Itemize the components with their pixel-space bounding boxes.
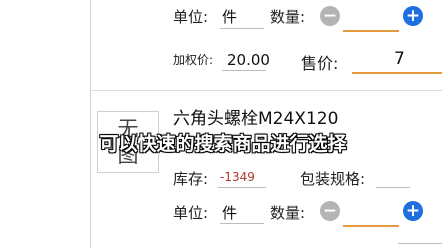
product-name: 六角头螺栓M24X120 bbox=[173, 109, 339, 129]
quantity-input-underline[interactable] bbox=[343, 225, 399, 227]
packaging-label: 包装规格: bbox=[300, 170, 366, 188]
stock-label: 库存: bbox=[173, 170, 209, 188]
sale-price-input[interactable]: 7 bbox=[394, 49, 405, 69]
weighted-price-value: 20.00 bbox=[227, 51, 270, 69]
unit-select[interactable]: 件 bbox=[222, 6, 237, 27]
increment-button[interactable]: + bbox=[403, 201, 423, 221]
stock-value: -1349 bbox=[220, 170, 255, 184]
unit-label: 单位: bbox=[173, 204, 209, 222]
left-column-divider bbox=[90, 0, 91, 248]
decrement-button[interactable]: − bbox=[320, 6, 340, 26]
next-row-underline bbox=[398, 243, 442, 244]
quantity-label: 数量: bbox=[270, 204, 306, 222]
unit-select[interactable]: 件 bbox=[222, 202, 237, 223]
unit-underline bbox=[220, 28, 264, 29]
decrement-button[interactable]: − bbox=[320, 201, 340, 221]
product-list-screen: 单位: 件 数量: − + 加权价: 20.00 售价: 7 无 图 六角头螺栓… bbox=[0, 0, 442, 248]
packaging-underline bbox=[376, 187, 410, 188]
sale-price-underline[interactable] bbox=[352, 72, 442, 74]
quantity-input-underline[interactable] bbox=[343, 30, 399, 32]
increment-button[interactable]: + bbox=[403, 6, 423, 26]
weighted-price-underline bbox=[222, 70, 266, 71]
quantity-label: 数量: bbox=[270, 8, 306, 26]
sale-price-label: 售价: bbox=[301, 54, 339, 73]
weighted-price-label: 加权价: bbox=[173, 53, 214, 67]
unit-label: 单位: bbox=[173, 8, 209, 26]
unit-underline bbox=[220, 223, 264, 224]
subtitle-caption: 可以快速的搜索商品进行选择 bbox=[99, 133, 347, 155]
stock-underline bbox=[218, 187, 266, 188]
row-divider bbox=[90, 90, 442, 91]
